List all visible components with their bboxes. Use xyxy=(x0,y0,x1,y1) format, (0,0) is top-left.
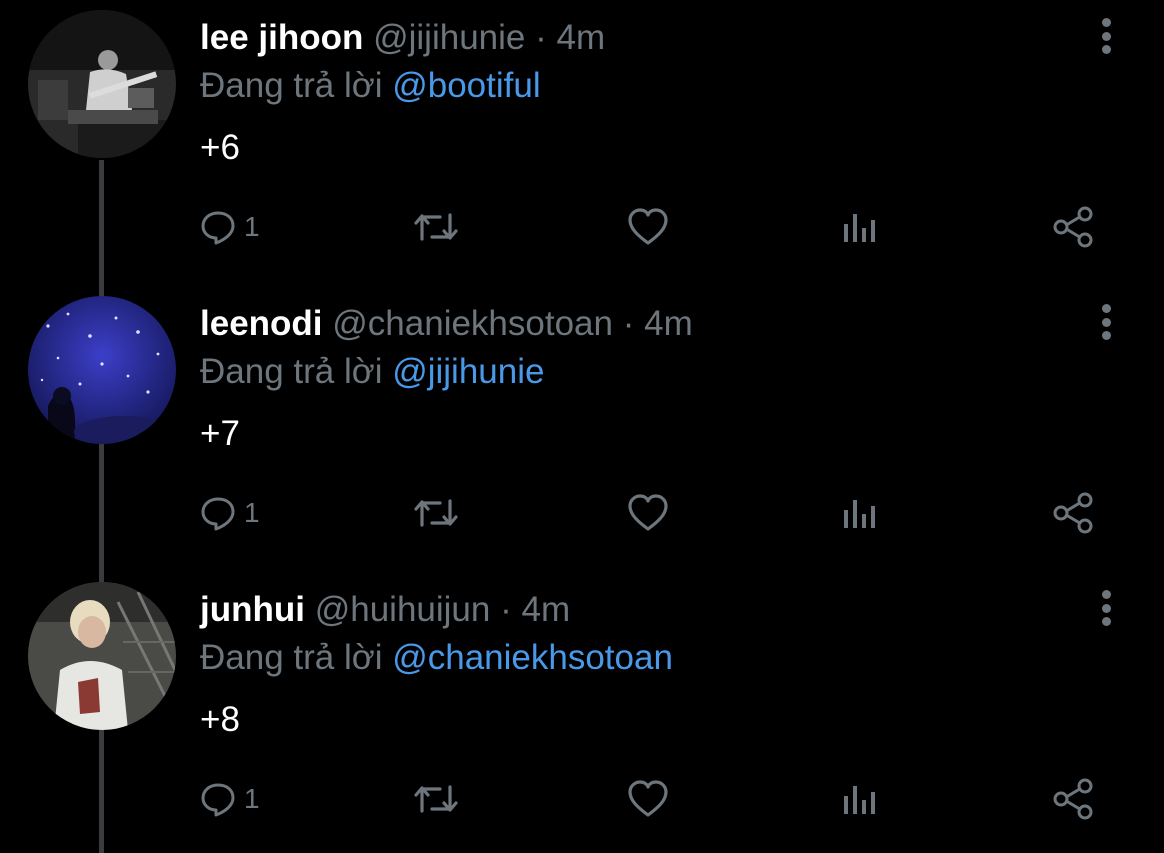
analytics-button[interactable] xyxy=(842,774,878,824)
tweet-text: +6 xyxy=(200,128,240,167)
retweet-button[interactable] xyxy=(412,774,460,824)
tweet-actions: 1 xyxy=(0,488,1164,538)
tweet-header: junhui @huihuijun · 4m xyxy=(200,590,570,630)
replying-to-label: Đang trả lời xyxy=(200,638,383,677)
tweet[interactable]: junhui @huihuijun · 4m Đang trả lời @cha… xyxy=(0,572,1164,853)
more-vertical-icon[interactable] xyxy=(1094,16,1118,56)
retweet-icon xyxy=(414,499,458,527)
retweet-icon xyxy=(414,213,458,241)
replying-to-label: Đang trả lời xyxy=(200,66,383,105)
retweet-button[interactable] xyxy=(412,488,460,538)
mention-link[interactable]: @jijihunie xyxy=(392,352,544,391)
reply-icon xyxy=(201,211,235,245)
avatar[interactable] xyxy=(28,582,176,730)
mention-link[interactable]: @chaniekhsotoan xyxy=(392,638,673,677)
tweet[interactable]: lee jihoon @jijihunie · 4m Đang trả lời … xyxy=(0,0,1164,286)
timestamp[interactable]: · 4m xyxy=(623,304,693,343)
analytics-icon xyxy=(844,214,875,242)
user-handle[interactable]: @huihuijun xyxy=(315,590,491,629)
retweet-icon xyxy=(414,785,458,813)
user-handle[interactable]: @chaniekhsotoan xyxy=(332,304,613,343)
tweet-header: lee jihoon @jijihunie · 4m xyxy=(200,18,605,58)
replying-to: Đang trả lời @jijihunie xyxy=(200,352,544,392)
like-button[interactable] xyxy=(627,774,669,824)
heart-icon xyxy=(628,780,668,817)
tweet-header: leenodi @chaniekhsotoan · 4m xyxy=(200,304,693,344)
tweet[interactable]: leenodi @chaniekhsotoan · 4m Đang trả lờ… xyxy=(0,286,1164,572)
display-name[interactable]: leenodi xyxy=(200,304,323,343)
reply-icon xyxy=(201,497,235,531)
heart-icon xyxy=(628,494,668,531)
mention-link[interactable]: @bootiful xyxy=(392,66,540,105)
more-vertical-icon[interactable] xyxy=(1094,588,1118,628)
avatar[interactable] xyxy=(28,10,176,158)
share-icon xyxy=(1053,492,1093,534)
reply-count: 1 xyxy=(244,497,260,528)
avatar[interactable] xyxy=(28,296,176,444)
reply-count: 1 xyxy=(244,783,260,814)
display-name[interactable]: junhui xyxy=(200,590,305,629)
tweet-actions: 1 xyxy=(0,202,1164,252)
share-button[interactable] xyxy=(1052,202,1094,252)
user-handle[interactable]: @jijihunie xyxy=(373,18,525,57)
analytics-icon xyxy=(844,500,875,528)
reply-button[interactable]: 1 xyxy=(200,202,260,252)
reply-icon xyxy=(201,783,235,817)
share-icon xyxy=(1053,206,1093,248)
replying-to: Đang trả lời @chaniekhsotoan xyxy=(200,638,673,678)
replying-to-label: Đang trả lời xyxy=(200,352,383,391)
starry-night-photo xyxy=(28,296,176,444)
share-button[interactable] xyxy=(1052,488,1094,538)
share-button[interactable] xyxy=(1052,774,1094,824)
retweet-button[interactable] xyxy=(412,202,460,252)
like-button[interactable] xyxy=(627,488,669,538)
analytics-button[interactable] xyxy=(842,488,878,538)
analytics-icon xyxy=(844,786,875,814)
tweet-text: +8 xyxy=(200,700,240,739)
concert-performer-photo xyxy=(28,10,176,158)
tweet-text: +7 xyxy=(200,414,240,453)
reply-thread: lee jihoon @jijihunie · 4m Đang trả lời … xyxy=(0,0,1164,853)
tweet-actions: 1 xyxy=(0,774,1164,824)
reply-button[interactable]: 1 xyxy=(200,488,260,538)
more-vertical-icon[interactable] xyxy=(1094,302,1118,342)
reply-button[interactable]: 1 xyxy=(200,774,260,824)
analytics-button[interactable] xyxy=(842,202,878,252)
heart-icon xyxy=(628,208,668,245)
share-icon xyxy=(1053,778,1093,820)
timestamp[interactable]: · 4m xyxy=(500,590,570,629)
display-name[interactable]: lee jihoon xyxy=(200,18,363,57)
replying-to: Đang trả lời @bootiful xyxy=(200,66,541,106)
blonde-person-photo xyxy=(28,582,176,730)
timestamp[interactable]: · 4m xyxy=(535,18,605,57)
reply-count: 1 xyxy=(244,211,260,242)
like-button[interactable] xyxy=(627,202,669,252)
